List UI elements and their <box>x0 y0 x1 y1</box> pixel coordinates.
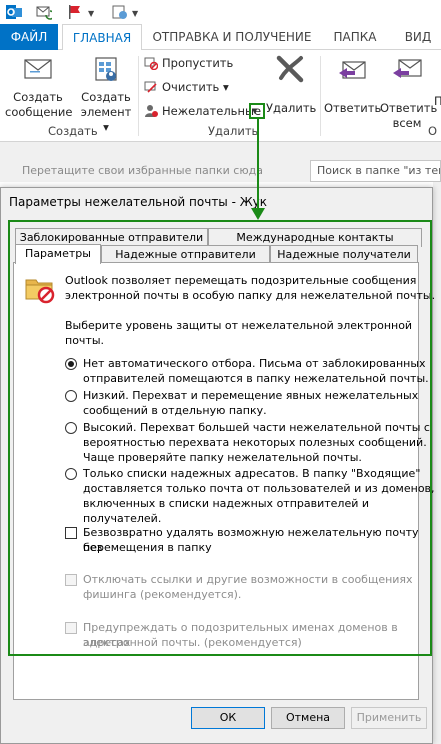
radio-low[interactable] <box>65 390 77 402</box>
level-prompt-1: Выберите уровень защиты от нежелательной… <box>65 319 413 332</box>
reply-button[interactable]: Ответить <box>324 54 382 116</box>
send-receive-icon[interactable] <box>36 4 52 20</box>
group-separator <box>320 56 321 136</box>
reply-all-icon <box>393 59 422 78</box>
tab-folder[interactable]: ПАПКА <box>326 24 384 50</box>
tab-options[interactable]: Параметры <box>15 244 101 264</box>
reply-label: Ответить <box>324 101 382 115</box>
envelope-icon <box>24 59 52 79</box>
tab-view[interactable]: ВИД <box>398 24 438 50</box>
apply-button: Применить <box>351 707 427 729</box>
junk-folder-icon <box>25 279 55 304</box>
option-high-2: вероятностью перехвата некоторых полезны… <box>83 436 427 449</box>
clean-up-button[interactable]: Очистить ▾ <box>144 77 229 97</box>
reply-all-label-1: Ответить <box>380 101 438 115</box>
customize-toolbar-icon[interactable]: ▼ <box>132 9 138 18</box>
option-no-filtering-2: отправителей помещаются в папку нежелате… <box>83 372 429 385</box>
ignore-label: Пропустить <box>162 56 234 70</box>
highlight-arrow-icon <box>251 208 265 220</box>
junk-button[interactable]: Нежелательные <box>144 101 261 121</box>
search-input[interactable]: Поиск в папке "из теку <box>310 160 441 182</box>
junk-dropdown-arrow-icon[interactable]: ▼ <box>252 107 257 115</box>
intro-text-2: электронной почты в особую папку для неж… <box>65 289 436 302</box>
tab-send-receive[interactable]: ОТПРАВКА И ПОЛУЧЕНИЕ <box>152 24 312 50</box>
new-items-label-1: Создать <box>81 90 131 104</box>
delete-label: Удалить <box>266 101 317 115</box>
ignore-icon <box>144 57 158 70</box>
clean-up-icon <box>144 81 157 93</box>
radio-safe-lists-only[interactable] <box>65 468 77 480</box>
delete-button[interactable]: Удалить <box>266 54 317 116</box>
option-safe-lists-1: Только списки надежных адресатов. В папк… <box>83 467 421 480</box>
ribbon: Создать сообщение Создать элемент ▾ Созд… <box>0 50 441 142</box>
reply-icon <box>339 61 366 79</box>
option-no-filtering-1: Нет автоматического отбора. Письма от за… <box>83 357 426 370</box>
forward-label-partial[interactable]: П <box>434 94 441 108</box>
group-delete-label: Удалить <box>208 124 259 138</box>
intro-text-1: Outlook позволяет перемещать подозритель… <box>65 274 417 287</box>
clean-up-label: Очистить ▾ <box>162 80 229 94</box>
quick-access-toolbar: ▼ ▼ <box>0 0 441 24</box>
junk-person-icon <box>145 104 158 117</box>
phishing-label-1: Отключать ссылки и другие возможности в … <box>83 573 413 586</box>
delete-permanently-label-2: перемещения в папку <box>83 541 212 554</box>
option-safe-lists-2: доставляется только почта от пользовател… <box>83 482 435 495</box>
warn-suspicious-domains-checkbox <box>65 622 77 634</box>
flag-dropdown-icon[interactable]: ▼ <box>88 9 94 18</box>
cancel-button[interactable]: Отмена <box>271 707 345 729</box>
ok-button[interactable]: ОК <box>191 707 265 729</box>
disable-phishing-links-checkbox <box>65 574 77 586</box>
group-respond-label: О <box>428 124 438 138</box>
new-email-button[interactable]: Создать сообщение <box>5 54 73 120</box>
option-low-2: сообщений в отдельную папку. <box>83 404 267 417</box>
delete-permanently-checkbox[interactable] <box>65 527 77 539</box>
background-pane <box>433 182 441 744</box>
option-safe-lists-3: включенных в списки надежных отправителе… <box>83 497 370 525</box>
option-low-1: Низкий. Перехват и перемещение явных неж… <box>83 389 419 402</box>
domains-label-2: электронной почты. (рекомендуется) <box>83 636 302 649</box>
radio-no-filtering[interactable] <box>65 358 77 370</box>
phishing-label-2: фишинга (рекомендуется). <box>83 588 242 601</box>
favorites-hint: Перетащите свои избранные папки сюда <box>22 164 263 177</box>
group-separator <box>138 56 139 136</box>
new-items-button[interactable]: Создать элемент ▾ <box>76 54 136 135</box>
dialog-title: Параметры нежелательной почты - Жук <box>9 195 268 209</box>
option-high-3: Чаще проверяйте папку нежелательной почт… <box>83 451 362 464</box>
undo-icon[interactable] <box>112 4 128 20</box>
flag-icon[interactable] <box>67 4 83 20</box>
new-items-icon <box>95 57 117 81</box>
radio-high[interactable] <box>65 422 77 434</box>
ribbon-tab-bar: ФАЙЛ ГЛАВНАЯ ОТПРАВКА И ПОЛУЧЕНИЕ ПАПКА … <box>0 24 441 51</box>
new-email-label-1: Создать <box>13 90 63 104</box>
new-email-label-2: сообщение <box>5 105 73 119</box>
highlight-connector <box>257 119 259 211</box>
reply-all-label-2: всем <box>392 116 422 130</box>
folder-pane-header: Перетащите свои избранные папки сюда Пои… <box>0 142 441 182</box>
option-high-1: Высокий. Перехват большей части нежелате… <box>83 421 430 434</box>
outlook-logo-icon <box>6 5 22 19</box>
group-new-label: Создать <box>48 124 98 138</box>
ignore-button[interactable]: Пропустить <box>144 53 233 73</box>
level-prompt-2: почты. <box>65 334 105 347</box>
tab-file[interactable]: ФАЙЛ <box>0 24 58 50</box>
reply-all-button[interactable]: Ответить всем <box>380 54 438 131</box>
delete-x-icon <box>276 55 304 83</box>
tab-home[interactable]: ГЛАВНАЯ <box>62 24 142 51</box>
junk-label: Нежелательные <box>162 104 262 118</box>
